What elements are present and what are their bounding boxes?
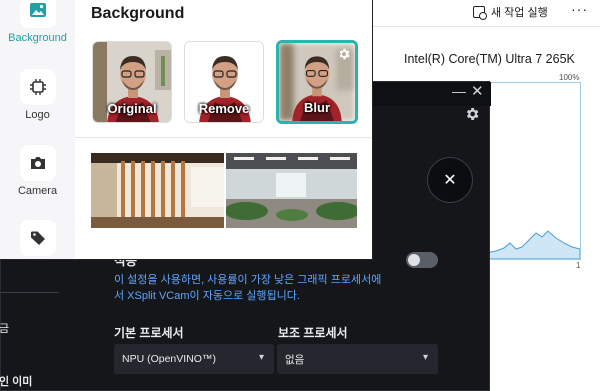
background-image-thumbnail[interactable] [91,153,224,228]
main-processor-value: NPU (OpenVINO™) [122,353,216,365]
auto-gpu-toggle[interactable] [406,252,438,268]
auto-gpu-description: 이 설정을 사용하면, 사용률이 가장 낮은 그래픽 프로세서에서 XSplit… [114,274,382,302]
sidebar-item-label: Logo [25,109,50,121]
section-divider [75,137,372,138]
sidebar-text-fragment: 인 이미 [0,376,33,388]
chip-icon [19,69,56,105]
sub-processor-value: 없음 [285,353,305,366]
sidebar-item-label: Background [8,32,67,44]
cpu-graph-svg [485,230,581,260]
option-label: Remove [198,101,250,116]
sidebar-item-logo[interactable]: Logo [0,69,75,121]
page-title: Background [91,5,185,22]
sidebar-item-label: Camera [17,185,58,197]
x-icon: ✕ [443,172,457,189]
minimize-button[interactable]: — [452,83,466,99]
sidebar-divider [1,292,59,293]
graph-min-label: 1 [576,261,581,270]
more-options-button[interactable]: ··· [571,1,588,17]
tag-icon [19,220,56,256]
sidebar-text-fragment: 금 [0,323,10,335]
gear-icon[interactable] [337,47,351,66]
dismiss-button[interactable]: ✕ [427,157,473,203]
sidebar-item-camera[interactable]: Camera [0,145,75,197]
office-wood-image [91,153,224,228]
chevron-down-icon: ▾ [422,352,428,363]
option-label: Original [107,101,157,116]
run-new-task-label: 새 작업 실행 [491,7,548,19]
run-task-icon [473,6,487,20]
camera-icon [19,145,56,181]
settings-gear-icon[interactable] [464,106,480,127]
close-button[interactable]: ✕ [471,82,484,100]
background-settings-window: Background Logo Camera Background Origin… [0,0,373,260]
main-processor-label: 기본 프로세서 [114,326,184,340]
sidebar-item-background[interactable]: Background [0,0,75,44]
background-option-blur[interactable]: Blur [276,40,358,124]
background-image-thumbnail[interactable] [226,153,357,228]
graph-max-label: 100% [559,73,580,82]
sub-processor-select[interactable]: 없음 ▾ [277,344,438,374]
chevron-down-icon: ▾ [258,352,264,363]
cpu-usage-graph [485,82,581,260]
option-label: Blur [304,100,330,115]
sidebar-item-tag[interactable] [0,220,75,256]
main-processor-select[interactable]: NPU (OpenVINO™) ▾ [114,344,274,374]
office-open-space-image [226,153,357,228]
run-new-task-button[interactable]: 새 작업 실행 [473,4,548,20]
sidebar: Background Logo Camera [0,0,75,259]
background-option-original[interactable]: Original [92,41,172,123]
image-icon [19,0,56,28]
sub-processor-label: 보조 프로세서 [278,326,348,340]
background-option-remove[interactable]: Remove [184,41,264,123]
toolbar-divider [373,26,600,27]
cpu-name: Intel(R) Core(TM) Ultra 7 265K [404,52,575,66]
